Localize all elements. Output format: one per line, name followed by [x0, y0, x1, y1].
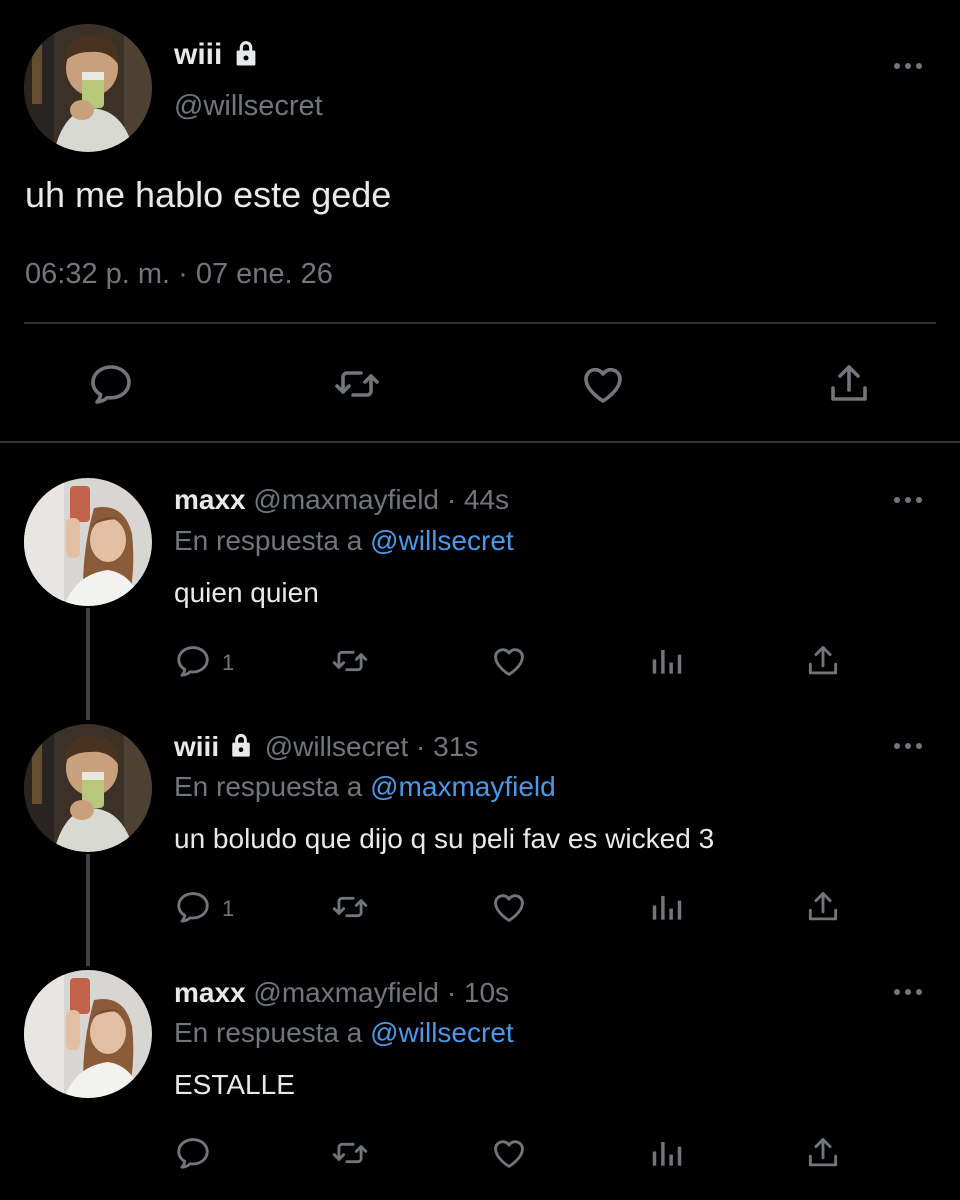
like-icon[interactable]	[490, 888, 528, 926]
handle[interactable]: @maxmayfield	[253, 484, 439, 515]
display-name[interactable]: wiii	[174, 731, 219, 762]
views-icon[interactable]	[648, 642, 686, 680]
avatar[interactable]	[24, 24, 152, 152]
retweet-icon[interactable]	[331, 642, 369, 680]
handle[interactable]: @maxmayfield	[253, 977, 439, 1008]
mention-link[interactable]: @willsecret	[370, 525, 514, 556]
retweet-icon[interactable]	[333, 360, 381, 408]
user-photo-avatar-icon	[24, 478, 152, 606]
retweet-icon[interactable]	[331, 888, 369, 926]
reply-count: 1	[222, 896, 235, 921]
divider	[24, 322, 936, 324]
tweet-timestamp[interactable]: 06:32 p. m. · 07 ene. 26	[25, 258, 333, 291]
more-options-icon[interactable]	[892, 982, 924, 1002]
views-icon[interactable]	[648, 1134, 686, 1172]
avatar[interactable]	[24, 970, 152, 1098]
user-photo-avatar-icon	[24, 970, 152, 1098]
retweet-icon[interactable]	[331, 1134, 369, 1172]
avatar[interactable]	[24, 724, 152, 852]
like-icon[interactable]	[490, 642, 528, 680]
tweet-text: uh me hablo este gede	[25, 174, 392, 215]
thread-line	[86, 608, 90, 720]
views-icon[interactable]	[648, 888, 686, 926]
more-options-icon[interactable]	[892, 736, 924, 756]
user-photo-avatar-icon	[24, 724, 152, 852]
reply-context-label: En respuesta a	[174, 525, 363, 556]
handle[interactable]: @willsecret	[265, 731, 409, 762]
like-icon[interactable]	[490, 1134, 528, 1172]
display-name[interactable]: maxx	[174, 977, 246, 1008]
reply-text: un boludo que dijo q su peli fav es wick…	[174, 823, 715, 854]
more-options-icon[interactable]	[892, 56, 924, 76]
lock-icon	[227, 731, 257, 759]
reply-context-label: En respuesta a	[174, 771, 363, 802]
user-photo-avatar-icon	[24, 24, 152, 152]
reply-text: ESTALLE	[174, 1069, 295, 1100]
share-icon[interactable]	[825, 360, 873, 408]
reply-text: quien quien	[174, 577, 319, 608]
reply-icon[interactable]	[174, 642, 212, 680]
mention-link[interactable]: @willsecret	[370, 1017, 514, 1048]
display-name[interactable]: maxx	[174, 484, 246, 515]
share-icon[interactable]	[804, 1134, 842, 1172]
reply-time[interactable]: · 44s	[447, 484, 509, 515]
thread-line	[86, 854, 90, 966]
share-icon[interactable]	[804, 642, 842, 680]
handle[interactable]: @willsecret	[174, 90, 323, 123]
display-name[interactable]: wiii	[174, 38, 222, 72]
reply-icon[interactable]	[174, 888, 212, 926]
like-icon[interactable]	[579, 360, 627, 408]
reply-time[interactable]: · 10s	[447, 977, 509, 1008]
reply-icon[interactable]	[174, 1134, 212, 1172]
more-options-icon[interactable]	[892, 490, 924, 510]
reply-time[interactable]: · 31s	[416, 731, 478, 762]
divider	[0, 441, 960, 443]
reply-icon[interactable]	[87, 360, 135, 408]
reply-count: 1	[222, 650, 235, 675]
avatar[interactable]	[24, 478, 152, 606]
lock-icon	[231, 38, 261, 68]
reply-context-label: En respuesta a	[174, 1017, 363, 1048]
mention-link[interactable]: @maxmayfield	[370, 771, 556, 802]
share-icon[interactable]	[804, 888, 842, 926]
